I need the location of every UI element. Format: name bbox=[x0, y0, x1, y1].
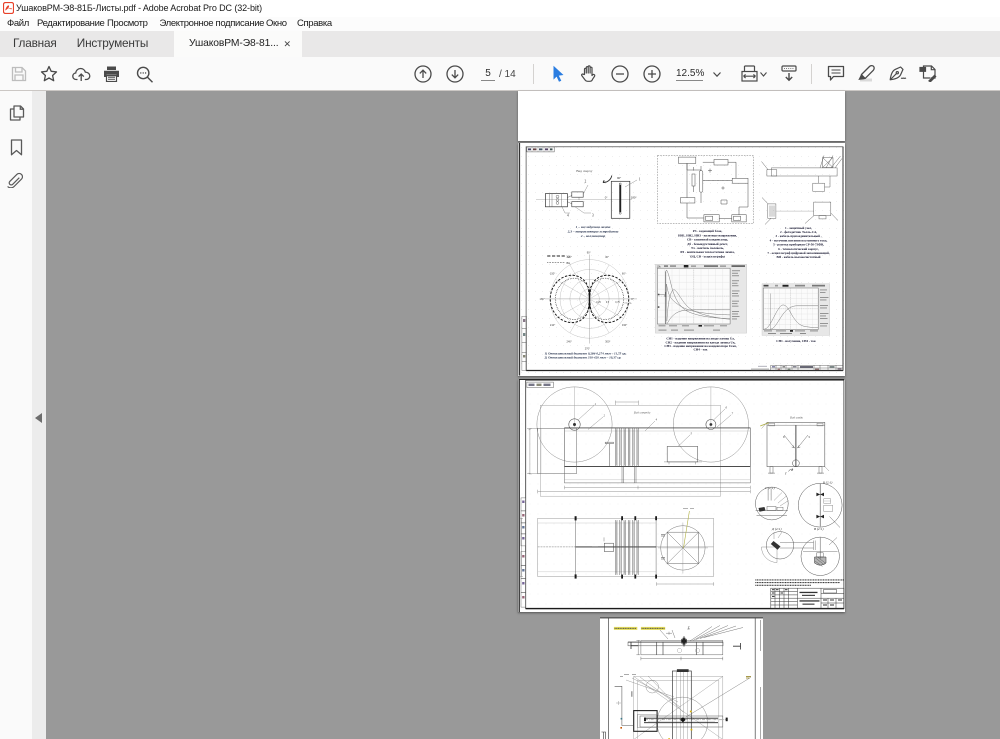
svg-text:УЗ: УЗ bbox=[566, 254, 570, 258]
svg-text:ВЦ: ВЦ bbox=[566, 261, 570, 265]
svg-text:ОЦ, СВ - осциллографы: ОЦ, СВ - осциллографы bbox=[690, 254, 726, 258]
svg-text:2) Относительный диапазон 310-: 2) Относительный диапазон 310-420 мкм – … bbox=[543, 355, 621, 360]
svg-text:1 – исследуемая лампа: 1 – исследуемая лампа bbox=[575, 225, 610, 229]
svg-text:В (2:1): В (2:1) bbox=[814, 527, 823, 531]
svg-text:300°: 300° bbox=[605, 340, 610, 344]
svg-text:0°: 0° bbox=[604, 196, 607, 200]
svg-text:отн. ед.: отн. ед. bbox=[624, 303, 632, 305]
svg-text:Д (2:1): Д (2:1) bbox=[771, 527, 782, 531]
svg-text:2: 2 bbox=[603, 413, 605, 417]
svg-text:СН4 - ток: СН4 - ток bbox=[693, 348, 707, 352]
svg-text:Вид спереди: Вид спереди bbox=[633, 410, 650, 414]
svg-text:30°: 30° bbox=[605, 255, 609, 259]
svg-text:0,5: 0,5 bbox=[605, 302, 609, 304]
svg-text:0,25: 0,25 bbox=[596, 302, 601, 304]
svg-text:5: 5 bbox=[690, 431, 692, 435]
svg-text:4 – коллиматор: 4 – коллиматор bbox=[579, 234, 605, 238]
svg-text:1: 1 bbox=[638, 178, 640, 182]
svg-text:330°: 330° bbox=[621, 323, 626, 327]
svg-text:ВП - кабель высокочастотный: ВП - кабель высокочастотный bbox=[776, 255, 820, 259]
svg-text:0,75: 0,75 bbox=[615, 302, 620, 304]
svg-text:90°: 90° bbox=[617, 176, 621, 180]
svg-text:150°: 150° bbox=[549, 271, 554, 275]
svg-text:2,3 – направляющие устройства: 2,3 – направляющие устройства bbox=[566, 228, 618, 233]
svg-text:240°: 240° bbox=[566, 340, 571, 344]
svg-text:2: 2 bbox=[584, 180, 586, 184]
svg-text:Вид сзади: Вид сзади bbox=[790, 415, 804, 419]
svg-text:Б (2:1): Б (2:1) bbox=[822, 480, 832, 484]
svg-text:270°: 270° bbox=[584, 346, 589, 350]
svg-text:1) Относительный диапазон 0,28: 1) Относительный диапазон 0,286-0,274 мк… bbox=[544, 350, 626, 355]
svg-text:9: 9 bbox=[808, 435, 810, 439]
svg-text:Б: Б bbox=[687, 626, 691, 630]
svg-text:Вид сверху: Вид сверху bbox=[576, 169, 593, 173]
svg-text:180°: 180° bbox=[630, 196, 636, 200]
svg-text:Г: Г bbox=[784, 471, 787, 475]
svg-text:0°: 0° bbox=[631, 297, 633, 301]
svg-text:210°: 210° bbox=[549, 323, 554, 327]
svg-text:4: 4 bbox=[655, 417, 657, 421]
svg-text:6: 6 bbox=[725, 405, 727, 409]
svg-text:4: 4 bbox=[566, 214, 568, 218]
svg-text:180°: 180° bbox=[539, 297, 544, 301]
svg-text:90°: 90° bbox=[586, 250, 590, 254]
svg-text:СН1 - излучение, СН4 - ток: СН1 - излучение, СН4 - ток bbox=[776, 339, 816, 343]
svg-text:60°: 60° bbox=[621, 271, 625, 275]
svg-text:3: 3 bbox=[591, 214, 593, 218]
svg-text:7: 7 bbox=[731, 411, 733, 415]
